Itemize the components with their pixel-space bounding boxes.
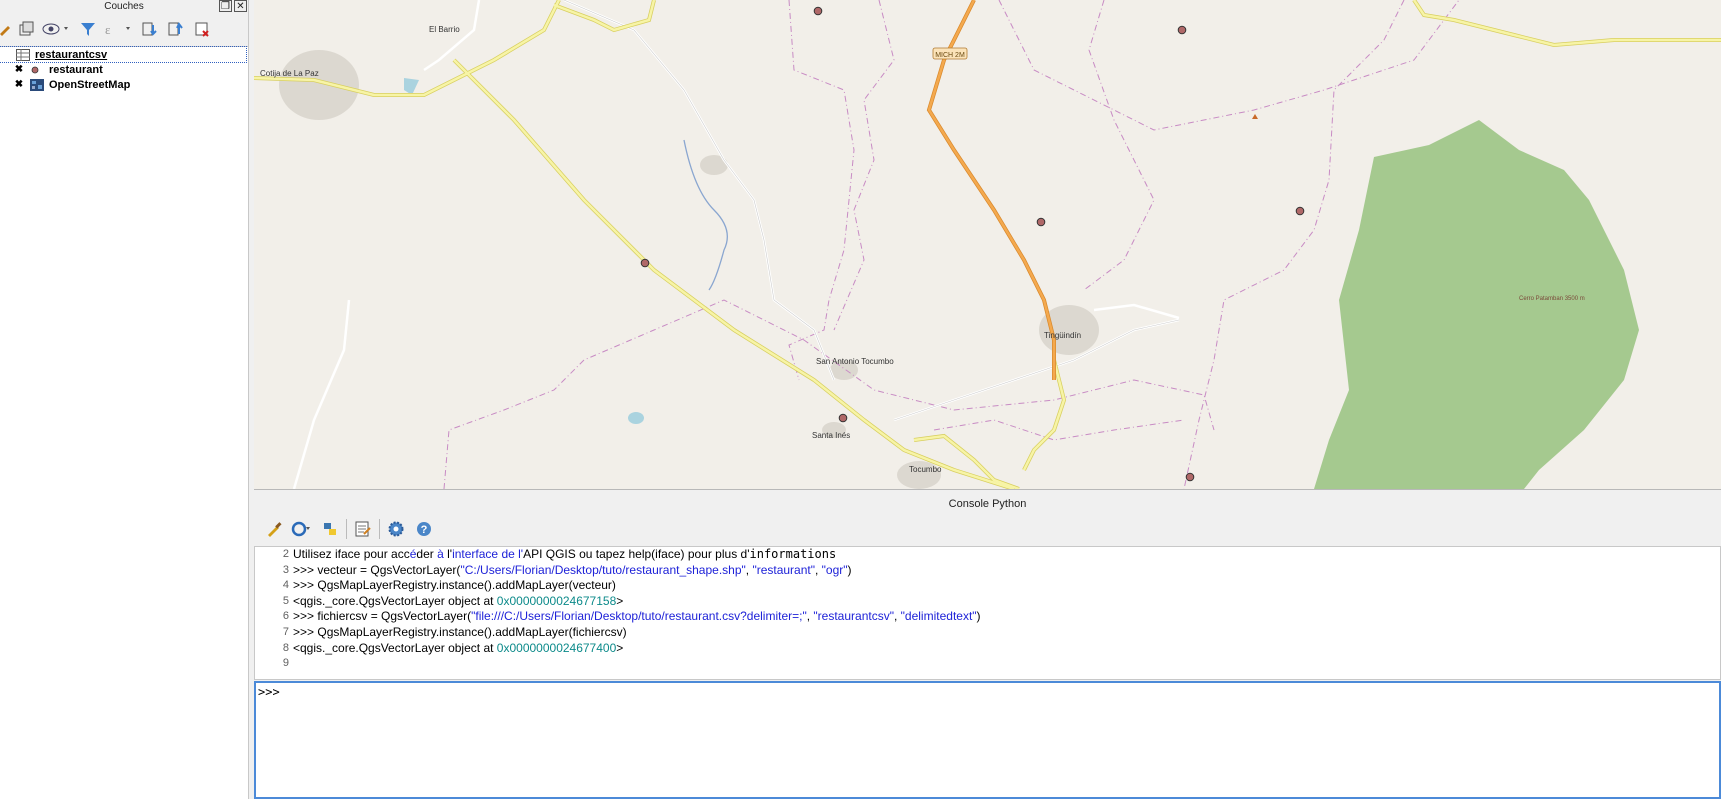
show-editor-icon[interactable] <box>351 517 375 541</box>
line-number: 4 <box>282 579 289 592</box>
restaurant-point <box>1185 472 1195 482</box>
console-line: 4 >>> QgsMapLayerRegistry.instance().addM… <box>255 578 1720 594</box>
line-number: 9 <box>282 657 289 670</box>
raster-icon <box>30 78 44 91</box>
restaurant-point <box>1295 206 1305 216</box>
layer-label: OpenStreetMap <box>49 78 131 91</box>
layers-toolbar: ε <box>0 14 248 44</box>
layers-tree: restaurantcsv ✖ restaurant ✖ OpenStreetM… <box>0 46 248 799</box>
water-body <box>628 412 644 424</box>
layers-panel-titlebar: Couches ❐ ✕ <box>0 0 248 14</box>
layer-item-restaurant[interactable]: ✖ restaurant <box>0 62 248 77</box>
line-number: 3 <box>282 563 289 576</box>
style-brush-icon[interactable] <box>0 17 12 41</box>
line-number: 2 <box>282 548 289 560</box>
layer-item-openstreetmap[interactable]: ✖ OpenStreetMap <box>0 77 248 92</box>
road-shield-label: MICH 2M <box>935 52 965 59</box>
console-line: 6 >>> fichiercsv = QgsVectorLayer("file:/… <box>255 609 1720 625</box>
place-label-cotija: Cotija de La Paz <box>260 69 319 78</box>
console-line-text: >>> vecteur = QgsVectorLayer("C:/Users/F… <box>293 562 852 577</box>
float-panel-icon[interactable]: ❐ <box>219 0 232 12</box>
minor-roads <box>292 0 1180 489</box>
console-line-text: <qgis._core.QgsVectorLayer object at 0x0… <box>293 640 624 655</box>
admin-boundaries <box>443 0 1460 489</box>
place-label-el-barrio: El Barrio <box>429 25 460 34</box>
console-line: 9 <box>255 656 1720 672</box>
console-toolbar: ? <box>254 514 1721 544</box>
console-line: 8 <qgis._core.QgsVectorLayer object at 0x… <box>255 641 1720 657</box>
console-line-text: >>> QgsMapLayerRegistry.instance().addMa… <box>293 624 627 639</box>
console-input[interactable]: >>> <box>254 681 1721 799</box>
place-label-tingundin: Tingüindín <box>1044 331 1081 340</box>
filter-icon[interactable] <box>76 17 100 41</box>
console-line-text: >>> QgsMapLayerRegistry.instance().addMa… <box>293 578 616 593</box>
restaurant-point <box>813 6 823 16</box>
console-line: 7 >>> QgsMapLayerRegistry.instance().addM… <box>255 625 1720 641</box>
add-group-icon[interactable] <box>14 17 38 41</box>
console-prompt: >>> <box>258 685 280 699</box>
peak-marker <box>1252 114 1258 119</box>
restaurant-point <box>640 258 650 268</box>
console-title: Console Python <box>948 498 1027 510</box>
line-number: 5 <box>282 594 289 607</box>
table-icon <box>16 48 30 61</box>
remove-layer-icon[interactable] <box>190 17 214 41</box>
console-line: 5 <qgis._core.QgsVectorLayer object at 0x… <box>255 594 1720 610</box>
line-number: 8 <box>282 641 289 654</box>
layer-label: restaurant <box>49 63 103 76</box>
place-label-tocumbo: Tocumbo <box>909 465 942 474</box>
console-output[interactable]: 2 Utilisez iface pour accéder à l'interfa… <box>254 546 1721 680</box>
place-label-santa-ines: Santa Inés <box>812 431 850 440</box>
layer-item-restaurantcsv[interactable]: restaurantcsv <box>0 46 247 63</box>
settings-gear-icon[interactable] <box>384 517 408 541</box>
restaurant-points <box>640 6 1305 482</box>
clear-console-icon[interactable] <box>262 517 286 541</box>
layer-visibility-checkbox[interactable]: ✖ <box>14 64 24 75</box>
toolbar-separator <box>346 519 347 539</box>
layer-label: restaurantcsv <box>35 48 108 61</box>
help-icon[interactable]: ? <box>412 517 436 541</box>
collapse-all-icon[interactable] <box>164 17 188 41</box>
close-panel-icon[interactable]: ✕ <box>234 0 247 12</box>
console-line-text: >>> fichiercsv = QgsVectorLayer("file://… <box>293 609 981 624</box>
line-number: 6 <box>282 610 289 623</box>
console-line: 3 >>> vecteur = QgsVectorLayer("C:/Users/… <box>255 563 1720 579</box>
console-line: 2 Utilisez iface pour accéder à l'interfa… <box>255 547 1720 563</box>
forest-area <box>1314 120 1639 489</box>
expand-all-icon[interactable] <box>138 17 162 41</box>
python-editor-icon[interactable] <box>318 517 342 541</box>
layer-visibility-checkbox[interactable]: ✖ <box>14 79 24 90</box>
map-canvas[interactable]: MICH 2M Cotija de La Paz El Barrio Tingü… <box>254 0 1721 490</box>
layers-panel-title: Couches <box>104 1 144 12</box>
place-label-san-antonio: San Antonio Tocumbo <box>816 357 894 366</box>
python-console-panel: Console Python ? 2 Utilisez iface pour ac… <box>254 494 1721 799</box>
toolbar-separator <box>379 519 380 539</box>
line-number: 7 <box>282 625 289 638</box>
filter-expression-icon[interactable]: ε <box>102 17 136 41</box>
restaurant-point <box>838 413 848 423</box>
visibility-eye-icon[interactable] <box>40 17 74 41</box>
layers-panel: Couches ❐ ✕ ε restaurantcsv ✖ restaurant… <box>0 0 249 799</box>
place-label-cerro: Cerro Patamban 3500 m <box>1519 296 1585 302</box>
restaurant-point <box>1036 217 1046 227</box>
town-area <box>279 50 359 120</box>
restaurant-point <box>1177 25 1187 35</box>
svg-text:ε: ε <box>105 22 111 37</box>
console-line-text: Utilisez iface pour accéder à l'interfac… <box>293 547 837 561</box>
point-icon <box>30 64 44 76</box>
water-body <box>404 78 419 95</box>
import-class-icon[interactable] <box>290 517 314 541</box>
console-line-text: <qgis._core.QgsVectorLayer object at 0x0… <box>293 593 624 608</box>
svg-text:?: ? <box>421 524 428 536</box>
